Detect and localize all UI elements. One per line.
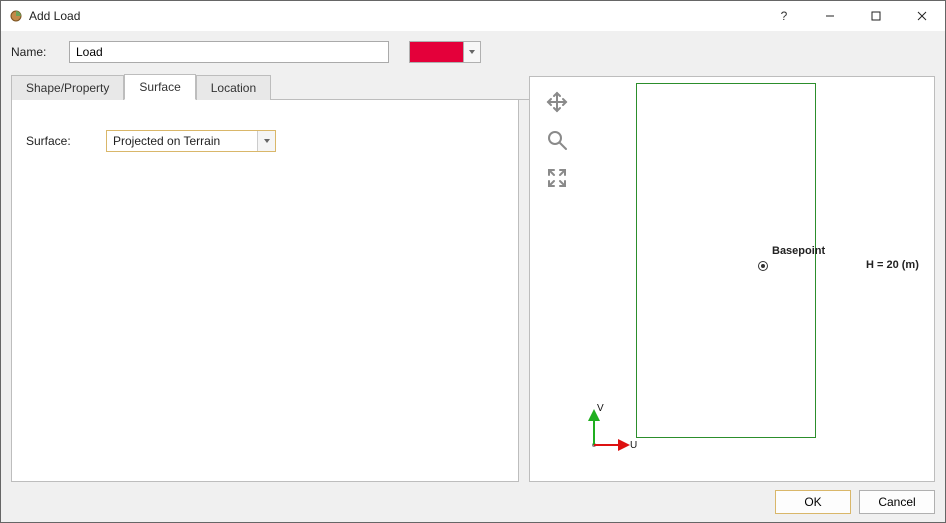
load-outline: [636, 83, 816, 438]
title-bar: Add Load ?: [1, 1, 945, 31]
surface-label: Surface:: [26, 134, 86, 148]
expand-icon: [545, 166, 569, 190]
maximize-button[interactable]: [853, 1, 899, 31]
axis-u-label: U: [630, 440, 637, 451]
app-icon: [9, 9, 23, 23]
close-button[interactable]: [899, 1, 945, 31]
preview-canvas[interactable]: Basepoint H = 20 (m): [578, 83, 928, 475]
fit-tool[interactable]: [542, 165, 572, 191]
minimize-button[interactable]: [807, 1, 853, 31]
cancel-button[interactable]: Cancel: [859, 490, 935, 514]
name-label: Name:: [11, 45, 61, 59]
chevron-down-icon: [264, 139, 270, 143]
height-dimension-label: H = 20 (m): [866, 259, 919, 271]
tab-shape-property[interactable]: Shape/Property: [11, 75, 124, 100]
surface-panel: Surface: Projected on Terrain: [11, 100, 519, 482]
ok-button[interactable]: OK: [775, 490, 851, 514]
window-title: Add Load: [29, 9, 80, 23]
axis-v-label: V: [597, 403, 604, 414]
surface-select-value: Projected on Terrain: [107, 131, 257, 151]
surface-select-button[interactable]: [257, 131, 275, 151]
color-dropdown-button[interactable]: [464, 42, 480, 62]
name-input[interactable]: [69, 41, 389, 63]
tab-surface[interactable]: Surface: [124, 74, 195, 100]
surface-select[interactable]: Projected on Terrain: [106, 130, 276, 152]
chevron-down-icon: [469, 50, 475, 54]
help-button[interactable]: ?: [761, 1, 807, 31]
pan-icon: [545, 90, 569, 114]
preview-toolbar: [536, 83, 578, 475]
name-row: Name:: [11, 41, 935, 63]
preview-panel: Basepoint H = 20 (m): [529, 76, 935, 482]
pan-tool[interactable]: [542, 89, 572, 115]
tab-location[interactable]: Location: [196, 75, 271, 100]
zoom-tool[interactable]: [542, 127, 572, 153]
color-picker[interactable]: [409, 41, 481, 63]
color-swatch: [410, 42, 464, 62]
magnifier-icon: [545, 128, 569, 152]
basepoint-marker: [758, 261, 768, 271]
basepoint-label: Basepoint: [772, 245, 825, 257]
axis-gizmo: V U: [582, 397, 642, 457]
dialog-buttons: OK Cancel: [11, 482, 935, 514]
